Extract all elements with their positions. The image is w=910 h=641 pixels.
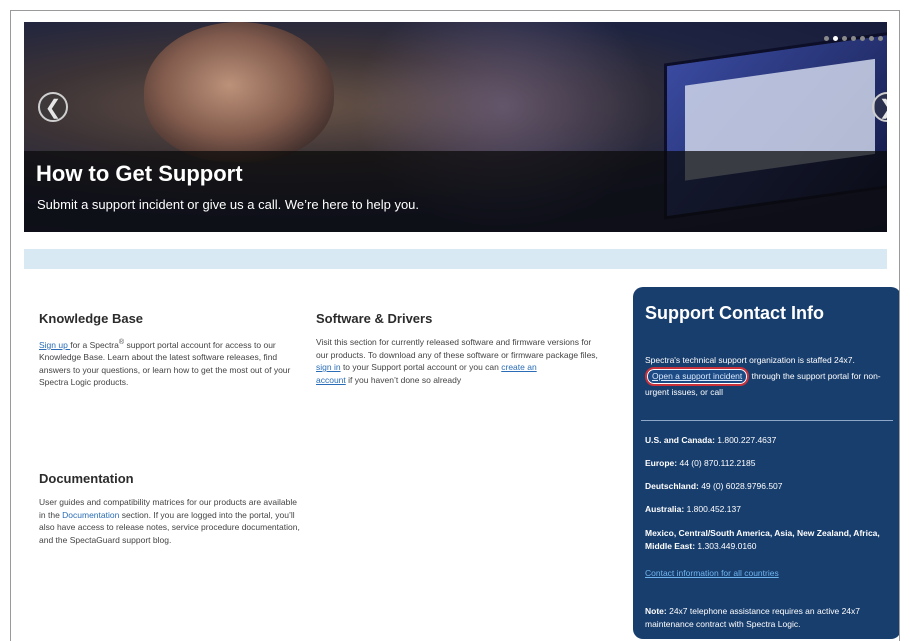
phone-us-canada: U.S. and Canada: 1.800.227.4637 xyxy=(645,435,777,445)
carousel-dot[interactable] xyxy=(860,36,865,41)
hero-subtitle: Submit a support incident or give us a c… xyxy=(37,197,420,212)
documentation-section: Documentation User guides and compatibil… xyxy=(39,471,301,546)
carousel-prev-button[interactable]: ❮ xyxy=(38,92,68,122)
carousel-dot[interactable] xyxy=(878,36,883,41)
signup-link[interactable]: Sign up xyxy=(39,340,70,350)
phone-mexico-asia-africa: Mexico, Central/South America, Asia, New… xyxy=(645,528,880,551)
software-drivers-text: Visit this section for currently release… xyxy=(316,337,598,385)
documentation-title: Documentation xyxy=(39,471,134,486)
support-contact-title: Support Contact Info xyxy=(645,303,824,323)
hero-photo-person xyxy=(144,22,334,162)
phone-deutschland: Deutschland: 49 (0) 6028.9796.507 xyxy=(645,481,783,491)
software-drivers-section: Software & Drivers Visit this section fo… xyxy=(316,311,600,386)
knowledge-base-section: Knowledge Base Sign up for a Spectra® su… xyxy=(39,311,301,389)
contact-divider xyxy=(641,420,893,421)
knowledge-base-text: Sign up for a Spectra® support portal ac… xyxy=(39,338,291,388)
carousel-dot[interactable] xyxy=(842,36,847,41)
hero-title: How to Get Support xyxy=(36,161,243,186)
page-frame: ❮ ❯ How to Get Support Submit a support … xyxy=(10,10,900,641)
software-drivers-title: Software & Drivers xyxy=(316,311,433,326)
documentation-link[interactable]: Documentation xyxy=(62,510,119,520)
hero-carousel: ❮ ❯ How to Get Support Submit a support … xyxy=(24,22,887,232)
phone-europe: Europe: 44 (0) 870.112.2185 xyxy=(645,458,756,468)
all-countries-contact-link[interactable]: Contact information for all countries xyxy=(645,568,779,578)
section-divider-bar xyxy=(24,249,887,269)
carousel-dot[interactable] xyxy=(824,36,829,41)
open-support-incident-link[interactable]: Open a support incident xyxy=(645,367,750,386)
carousel-dot[interactable] xyxy=(833,36,838,41)
phone-australia: Australia: 1.800.452.137 xyxy=(645,504,741,514)
sign-in-link[interactable]: sign in xyxy=(316,362,341,372)
carousel-dot[interactable] xyxy=(869,36,874,41)
documentation-text: User guides and compatibility matrices f… xyxy=(39,497,300,545)
knowledge-base-title: Knowledge Base xyxy=(39,311,144,326)
support-note: Note: 24x7 telephone assistance requires… xyxy=(645,606,860,629)
carousel-dot[interactable] xyxy=(851,36,856,41)
support-contact-intro: Spectra's technical support organization… xyxy=(645,355,881,397)
support-contact-panel: Support Contact Info Spectra's technical… xyxy=(633,287,899,639)
carousel-indicators[interactable] xyxy=(824,36,887,41)
